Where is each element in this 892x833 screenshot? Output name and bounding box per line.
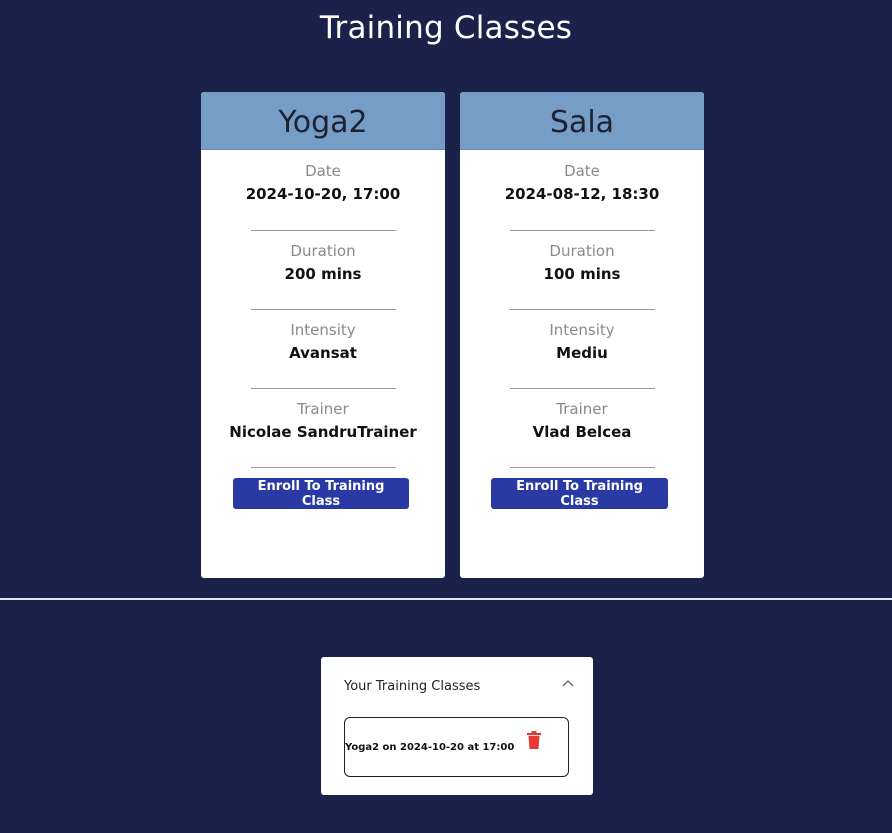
divider — [251, 388, 396, 389]
trainer-value: Vlad Belcea — [532, 423, 632, 441]
divider — [251, 467, 396, 468]
chevron-up-icon[interactable] — [561, 677, 575, 691]
trainer-field: Trainer Nicolae SandruTrainer — [201, 400, 445, 441]
your-classes-title: Your Training Classes — [344, 679, 481, 694]
class-card: Yoga2 Date 2024-10-20, 17:00 Duration 20… — [201, 92, 445, 578]
duration-value: 100 mins — [543, 265, 621, 283]
enrolled-class-item: Yoga2 on 2024-10-20 at 17:00 — [344, 717, 569, 777]
class-name: Yoga2 — [201, 92, 445, 150]
divider — [510, 230, 655, 231]
trash-icon[interactable] — [526, 731, 542, 749]
duration-field: Duration 200 mins — [201, 242, 445, 283]
divider — [251, 230, 396, 231]
duration-label: Duration — [290, 242, 356, 260]
page-title: Training Classes — [319, 10, 573, 46]
date-field: Date 2024-08-12, 18:30 — [460, 162, 704, 203]
date-value: 2024-10-20, 17:00 — [245, 185, 401, 203]
divider — [510, 388, 655, 389]
section-divider — [0, 598, 892, 600]
intensity-label: Intensity — [549, 321, 615, 339]
enroll-button[interactable]: Enroll To Training Class — [233, 478, 409, 509]
divider — [510, 309, 655, 310]
trainer-label: Trainer — [556, 400, 608, 418]
date-label: Date — [305, 162, 341, 180]
class-card: Sala Date 2024-08-12, 18:30 Duration 100… — [460, 92, 704, 578]
date-value: 2024-08-12, 18:30 — [504, 185, 660, 203]
class-name: Sala — [460, 92, 704, 150]
duration-label: Duration — [549, 242, 615, 260]
intensity-label: Intensity — [290, 321, 356, 339]
intensity-field: Intensity Mediu — [460, 321, 704, 362]
intensity-value: Mediu — [556, 344, 608, 362]
date-field: Date 2024-10-20, 17:00 — [201, 162, 445, 203]
intensity-value: Avansat — [289, 344, 357, 362]
date-label: Date — [564, 162, 600, 180]
intensity-field: Intensity Avansat — [201, 321, 445, 362]
divider — [251, 309, 396, 310]
enrolled-class-text: Yoga2 on 2024-10-20 at 17:00 — [345, 742, 515, 753]
your-classes-panel: Your Training Classes Yoga2 on 2024-10-2… — [321, 657, 593, 795]
trainer-value: Nicolae SandruTrainer — [229, 423, 417, 441]
duration-value: 200 mins — [284, 265, 362, 283]
divider — [510, 467, 655, 468]
enroll-button[interactable]: Enroll To Training Class — [491, 478, 668, 509]
trainer-label: Trainer — [297, 400, 349, 418]
trainer-field: Trainer Vlad Belcea — [460, 400, 704, 441]
duration-field: Duration 100 mins — [460, 242, 704, 283]
